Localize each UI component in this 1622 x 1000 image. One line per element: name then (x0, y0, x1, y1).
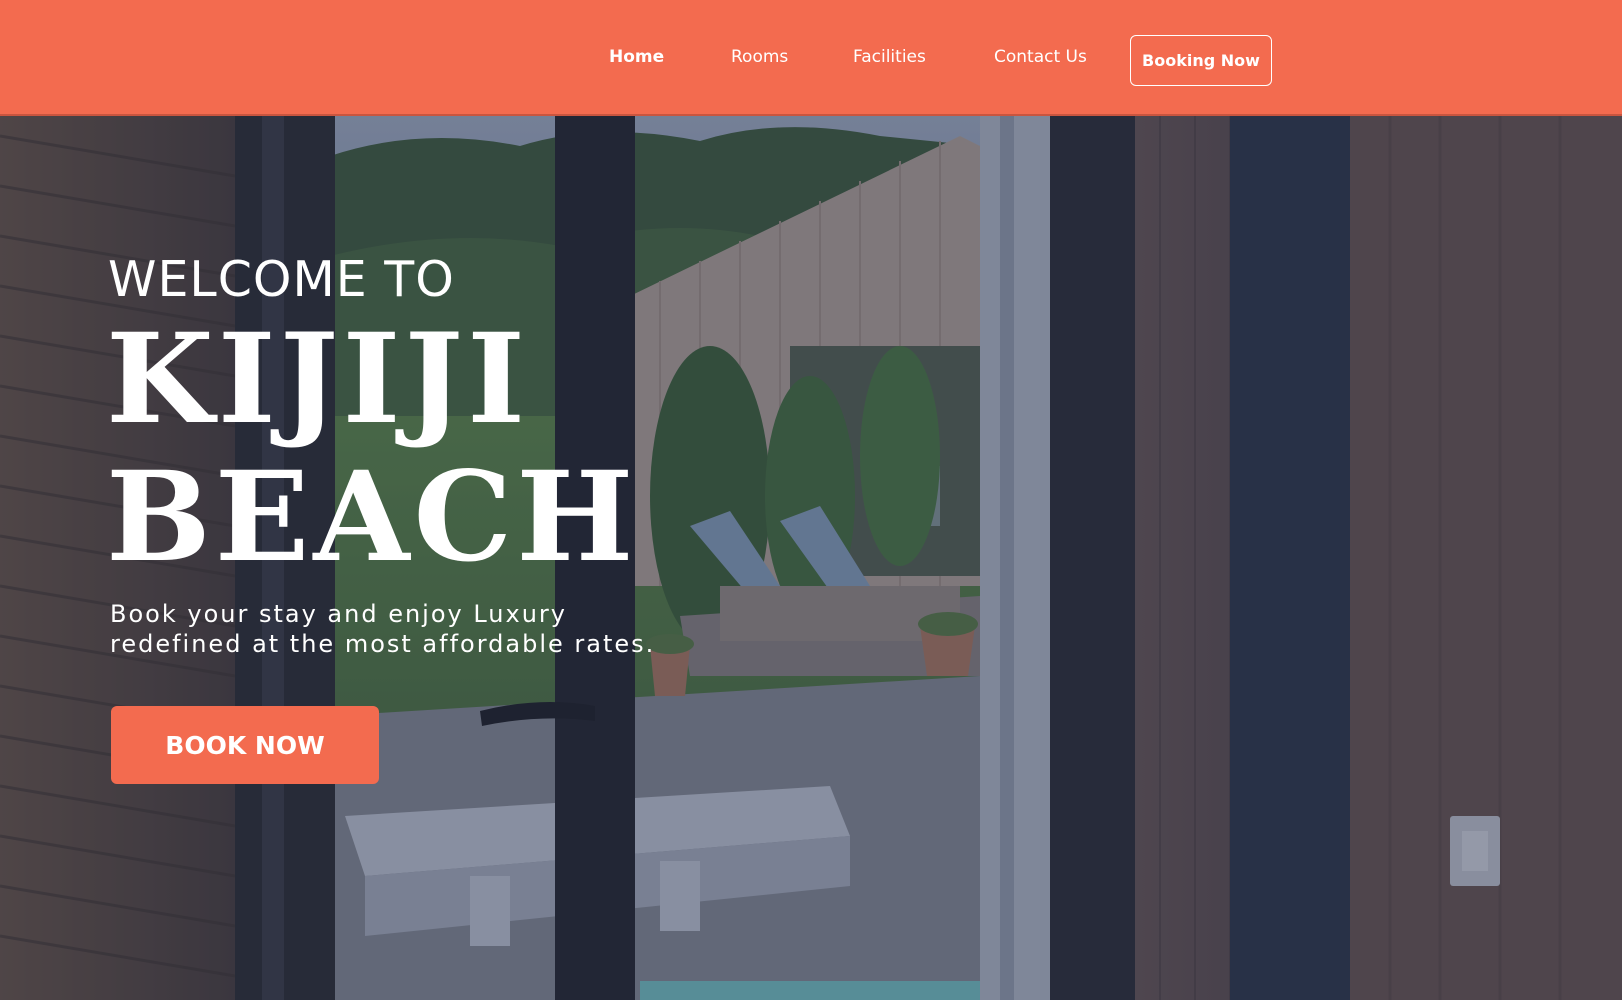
top-navbar: Home Rooms Facilities Contact Us Booking… (0, 0, 1622, 116)
hero-welcome-text: WELCOME TO (108, 251, 455, 308)
hero-subtitle: Book your stay and enjoy Luxury redefine… (110, 599, 730, 659)
nav-facilities-link[interactable]: Facilities (853, 47, 926, 67)
book-now-button[interactable]: BOOK NOW (111, 706, 379, 784)
nav-home-link[interactable]: Home (609, 47, 664, 67)
hero-subtitle-line-2: redefined at the most affordable rates. (110, 630, 656, 658)
hero-title-line-2: BEACH (106, 445, 638, 590)
hero-section: WELCOME TO KIJIJI BEACH Book your stay a… (0, 116, 1622, 1000)
hero-title-line-1: KIJIJI (106, 307, 530, 452)
booking-now-button[interactable]: Booking Now (1130, 35, 1272, 86)
hero-subtitle-line-1: Book your stay and enjoy Luxury (110, 600, 567, 628)
nav-contact-link[interactable]: Contact Us (994, 47, 1087, 67)
nav-rooms-link[interactable]: Rooms (731, 47, 788, 67)
